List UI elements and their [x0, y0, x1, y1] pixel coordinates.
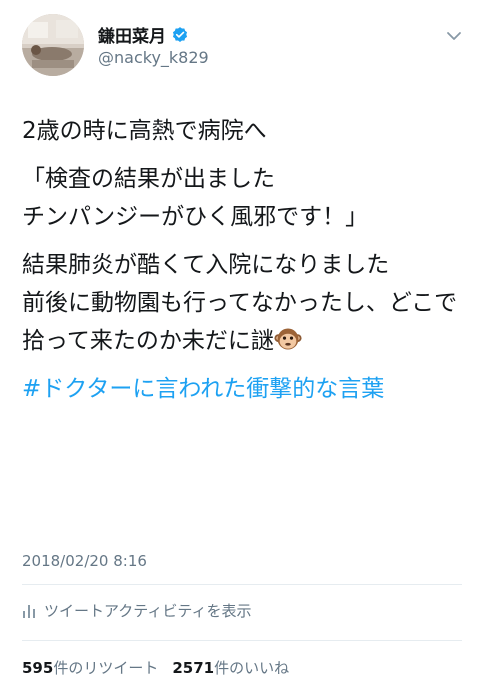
tweet-stats: 595 件のリツイート 2571 件のいいね [22, 657, 289, 678]
tweet-text: 2歳の時に高熱で病院へ 「検査の結果が出ました チンパンジーがひく風邪です！」 … [22, 112, 462, 408]
likes-label[interactable]: 件のいいね [214, 657, 289, 678]
tweet-quote: 「検査の結果が出ました チンパンジーがひく風邪です！」 [22, 166, 369, 230]
hashtag-link[interactable]: #ドクターに言われた衝撃的な言葉 [22, 370, 462, 408]
likes-count[interactable]: 2571 [172, 659, 214, 677]
tweet-body-content: 結果肺炎が酷くて入院になりました 前後に動物園も行ってなかったし、どこで拾って来… [22, 252, 458, 354]
monkey-face-icon [274, 328, 302, 350]
bar-chart-icon [23, 604, 35, 618]
chevron-down-icon[interactable] [446, 28, 462, 44]
retweets-label[interactable]: 件のリツイート [53, 657, 158, 678]
divider-bottom [22, 640, 462, 641]
avatar-image [22, 14, 84, 76]
avatar[interactable] [22, 14, 84, 76]
retweets-count[interactable]: 595 [22, 659, 53, 677]
tweet-header: 鎌田菜月 @nacky_k829 [0, 0, 480, 88]
divider-top [22, 584, 462, 585]
tweet-timestamp[interactable]: 2018/02/20 8:16 [22, 552, 147, 570]
tweet-line-intro: 2歳の時に高熱で病院へ [22, 118, 267, 144]
verified-badge-icon [172, 26, 188, 42]
display-name[interactable]: 鎌田菜月 [98, 22, 166, 47]
tweet-body-text: 結果肺炎が酷くて入院になりました 前後に動物園も行ってなかったし、どこで拾って来… [22, 246, 462, 360]
tweet-activity-label: ツイートアクティビティを表示 [44, 602, 252, 620]
user-handle[interactable]: @nacky_k829 [98, 48, 209, 67]
name-row: 鎌田菜月 [98, 22, 189, 47]
tweet-activity-link[interactable]: ツイートアクティビティを表示 [22, 600, 251, 621]
